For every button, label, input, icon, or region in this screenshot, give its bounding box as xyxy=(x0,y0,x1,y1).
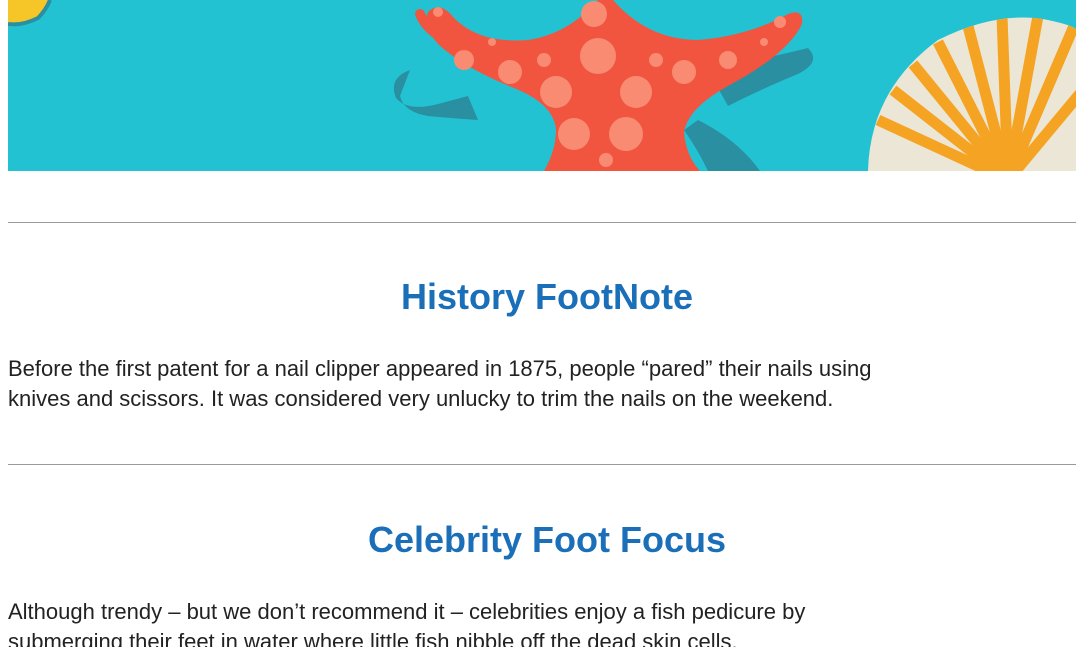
section-title-history-footnote: History FootNote xyxy=(401,276,693,317)
section-body-history-footnote: Before the first patent for a nail clipp… xyxy=(8,354,1076,414)
body-line: knives and scissors. It was considered v… xyxy=(8,386,834,411)
section-divider xyxy=(8,464,1076,465)
section-title-celebrity-foot-focus: Celebrity Foot Focus xyxy=(367,519,727,560)
section-divider xyxy=(8,222,1076,223)
section-body-celebrity-foot-focus: Although trendy – but we don’t recommend… xyxy=(8,597,1076,647)
body-line: Before the first patent for a nail clipp… xyxy=(8,356,872,381)
body-line: Although trendy – but we don’t recommend… xyxy=(8,599,806,624)
body-line: submerging their feet in water where lit… xyxy=(8,629,738,647)
beach-banner-image xyxy=(8,0,1076,171)
newsletter-page: History FootNote Before the first patent… xyxy=(0,0,1076,647)
